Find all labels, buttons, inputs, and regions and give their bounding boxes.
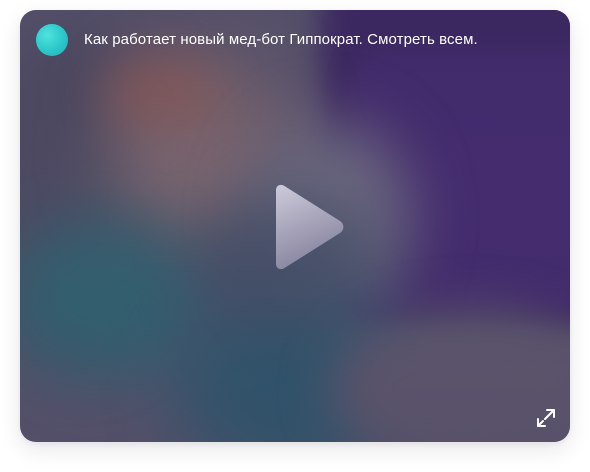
video-title[interactable]: Как работает новый мед-бот Гиппократ. См… [84,31,544,49]
video-card[interactable]: Как работает новый мед-бот Гиппократ. См… [20,10,570,442]
play-icon [276,184,344,270]
open-external-icon [537,409,555,427]
open-external-button[interactable] [536,408,556,428]
page: Как работает новый мед-бот Гиппократ. См… [0,0,590,472]
play-button[interactable] [268,184,346,270]
channel-avatar[interactable] [36,24,68,56]
